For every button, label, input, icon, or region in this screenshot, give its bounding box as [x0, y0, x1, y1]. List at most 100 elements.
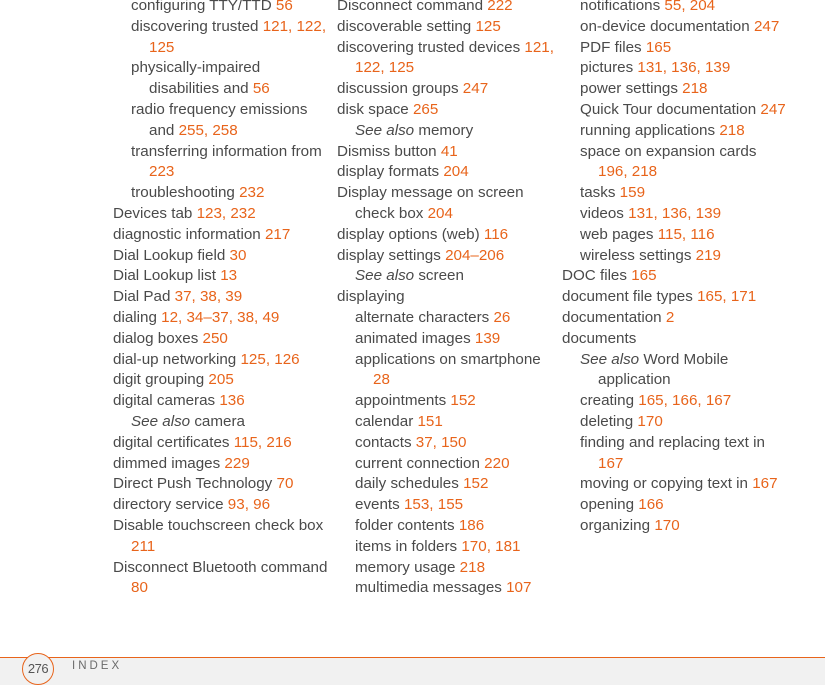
page-references[interactable]: 28	[373, 371, 390, 388]
index-subentry: running applications 218	[580, 121, 787, 142]
page-references[interactable]: 218	[460, 559, 485, 576]
page-references[interactable]: 136	[219, 392, 244, 409]
entry-term: dialog boxes	[113, 329, 203, 347]
index-subentry: PDF files 165	[580, 38, 787, 59]
page-references[interactable]: 139	[475, 330, 500, 347]
page-references[interactable]: 219	[696, 247, 721, 264]
page-references[interactable]: 151	[417, 413, 442, 430]
page-references[interactable]: 80	[131, 579, 148, 596]
page-references[interactable]: 165, 171	[697, 288, 756, 305]
page-references[interactable]: 170	[637, 413, 662, 430]
page-references[interactable]: 186	[459, 517, 484, 534]
entry-term: Dial Lookup field	[113, 246, 230, 264]
page-references[interactable]: 2	[666, 309, 674, 326]
page-references[interactable]: 217	[265, 226, 290, 243]
page-references[interactable]: 55, 204	[664, 0, 715, 14]
page-references[interactable]: 218	[682, 80, 707, 97]
page-references[interactable]: 247	[463, 80, 488, 97]
page-references[interactable]: 250	[203, 330, 228, 347]
entry-term: screen	[414, 267, 464, 285]
page-references[interactable]: 125	[475, 18, 500, 35]
page-references[interactable]: 165	[646, 39, 671, 56]
page-references[interactable]: 123, 232	[197, 205, 256, 222]
page-references[interactable]: 205	[208, 371, 233, 388]
page-references[interactable]: 165	[631, 267, 656, 284]
page-references[interactable]: 165, 166, 167	[638, 392, 731, 409]
page-references[interactable]: 222	[487, 0, 512, 14]
page-references[interactable]: 116	[484, 226, 508, 243]
page-references[interactable]: 12, 34–37, 38, 49	[161, 309, 279, 326]
index-subentry: on-device documentation 247	[580, 17, 787, 38]
page-references[interactable]: 152	[463, 475, 488, 492]
index-subentry: videos 131, 136, 139	[580, 204, 787, 225]
index-subentry: creating 165, 166, 167	[580, 391, 787, 412]
entry-term: memory usage	[355, 558, 460, 576]
page-references[interactable]: 204	[443, 163, 468, 180]
page-references[interactable]: 223	[149, 163, 174, 180]
page-references[interactable]: 159	[620, 184, 645, 201]
page-references[interactable]: 218	[719, 122, 744, 139]
index-entry: documentation 2	[562, 308, 787, 329]
entry-term: display settings	[337, 246, 446, 264]
page-references[interactable]: 211	[131, 538, 155, 555]
page-references[interactable]: 170, 181	[461, 538, 520, 555]
page-references[interactable]: 30	[230, 247, 247, 264]
index-entry: displaying	[337, 287, 557, 308]
page-references[interactable]: 166	[638, 496, 663, 513]
entry-term: folder contents	[355, 516, 459, 534]
index-subentry: contacts 37, 150	[355, 433, 557, 454]
entry-term: space on expansion cards	[580, 142, 757, 160]
entry-term: items in folders	[355, 537, 462, 555]
entry-term: running applications	[580, 121, 720, 139]
index-entry: Devices tab 123, 232	[113, 204, 328, 225]
entry-term: digital cameras	[113, 392, 220, 410]
page-references[interactable]: 70	[277, 475, 294, 492]
page-references[interactable]: 26	[493, 309, 510, 326]
page-references[interactable]: 56	[253, 80, 270, 97]
page-references[interactable]: 37, 38, 39	[175, 288, 243, 305]
page-references[interactable]: 255, 258	[179, 122, 238, 139]
page-references[interactable]: 167	[752, 475, 777, 492]
page-references[interactable]: 107	[506, 579, 531, 596]
page-references[interactable]: 131, 136, 139	[628, 205, 721, 222]
index-subentry: deleting 170	[580, 412, 787, 433]
entry-term: organizing	[580, 516, 655, 534]
page-references[interactable]: 170	[654, 517, 679, 534]
page-references[interactable]: 131, 136, 139	[637, 59, 730, 76]
index-subentry: calendar 151	[355, 412, 557, 433]
index-entry: Disconnect Bluetooth command 80	[113, 558, 328, 600]
index-entry: display options (web) 116	[337, 225, 557, 246]
page-references[interactable]: 153, 155	[404, 496, 463, 513]
index-subentry: items in folders 170, 181	[355, 537, 557, 558]
page-references[interactable]: 152	[450, 392, 475, 409]
page-references[interactable]: 37, 150	[416, 434, 467, 451]
page-references[interactable]: 247	[760, 101, 785, 118]
page-references[interactable]: 196, 218	[598, 163, 657, 180]
entry-term: finding and replacing text in	[580, 433, 765, 451]
page-references[interactable]: 232	[239, 184, 264, 201]
index-column-3: notifications 55, 204 on-device documenta…	[562, 0, 787, 537]
page-references[interactable]: 41	[441, 143, 458, 160]
page-references[interactable]: 125, 126	[240, 351, 299, 368]
page-references[interactable]: 115, 116	[658, 226, 715, 243]
page-references[interactable]: 93, 96	[228, 496, 270, 513]
page-references[interactable]: 204	[428, 205, 453, 222]
page-references[interactable]: 220	[484, 455, 509, 472]
index-subentry: daily schedules 152	[355, 474, 557, 495]
page-references[interactable]: 247	[754, 18, 779, 35]
page-references[interactable]: 265	[413, 101, 438, 118]
page-references[interactable]: 13	[220, 267, 237, 284]
page-references[interactable]: 56	[276, 0, 293, 14]
index-entry: dialing 12, 34–37, 38, 49	[113, 308, 328, 329]
index-subentry: wireless settings 219	[580, 246, 787, 267]
page-references[interactable]: 204–206	[445, 247, 504, 264]
entry-term: pictures	[580, 59, 638, 77]
entry-term: troubleshooting	[131, 184, 240, 202]
entry-term: discovering trusted	[131, 17, 263, 35]
page-references[interactable]: 167	[598, 455, 623, 472]
index-subentry: See also screen	[355, 266, 557, 287]
page-references[interactable]: 229	[224, 455, 249, 472]
index-subentry: organizing 170	[580, 516, 787, 537]
index-entry: discoverable setting 125	[337, 17, 557, 38]
page-references[interactable]: 115, 216	[234, 434, 292, 451]
